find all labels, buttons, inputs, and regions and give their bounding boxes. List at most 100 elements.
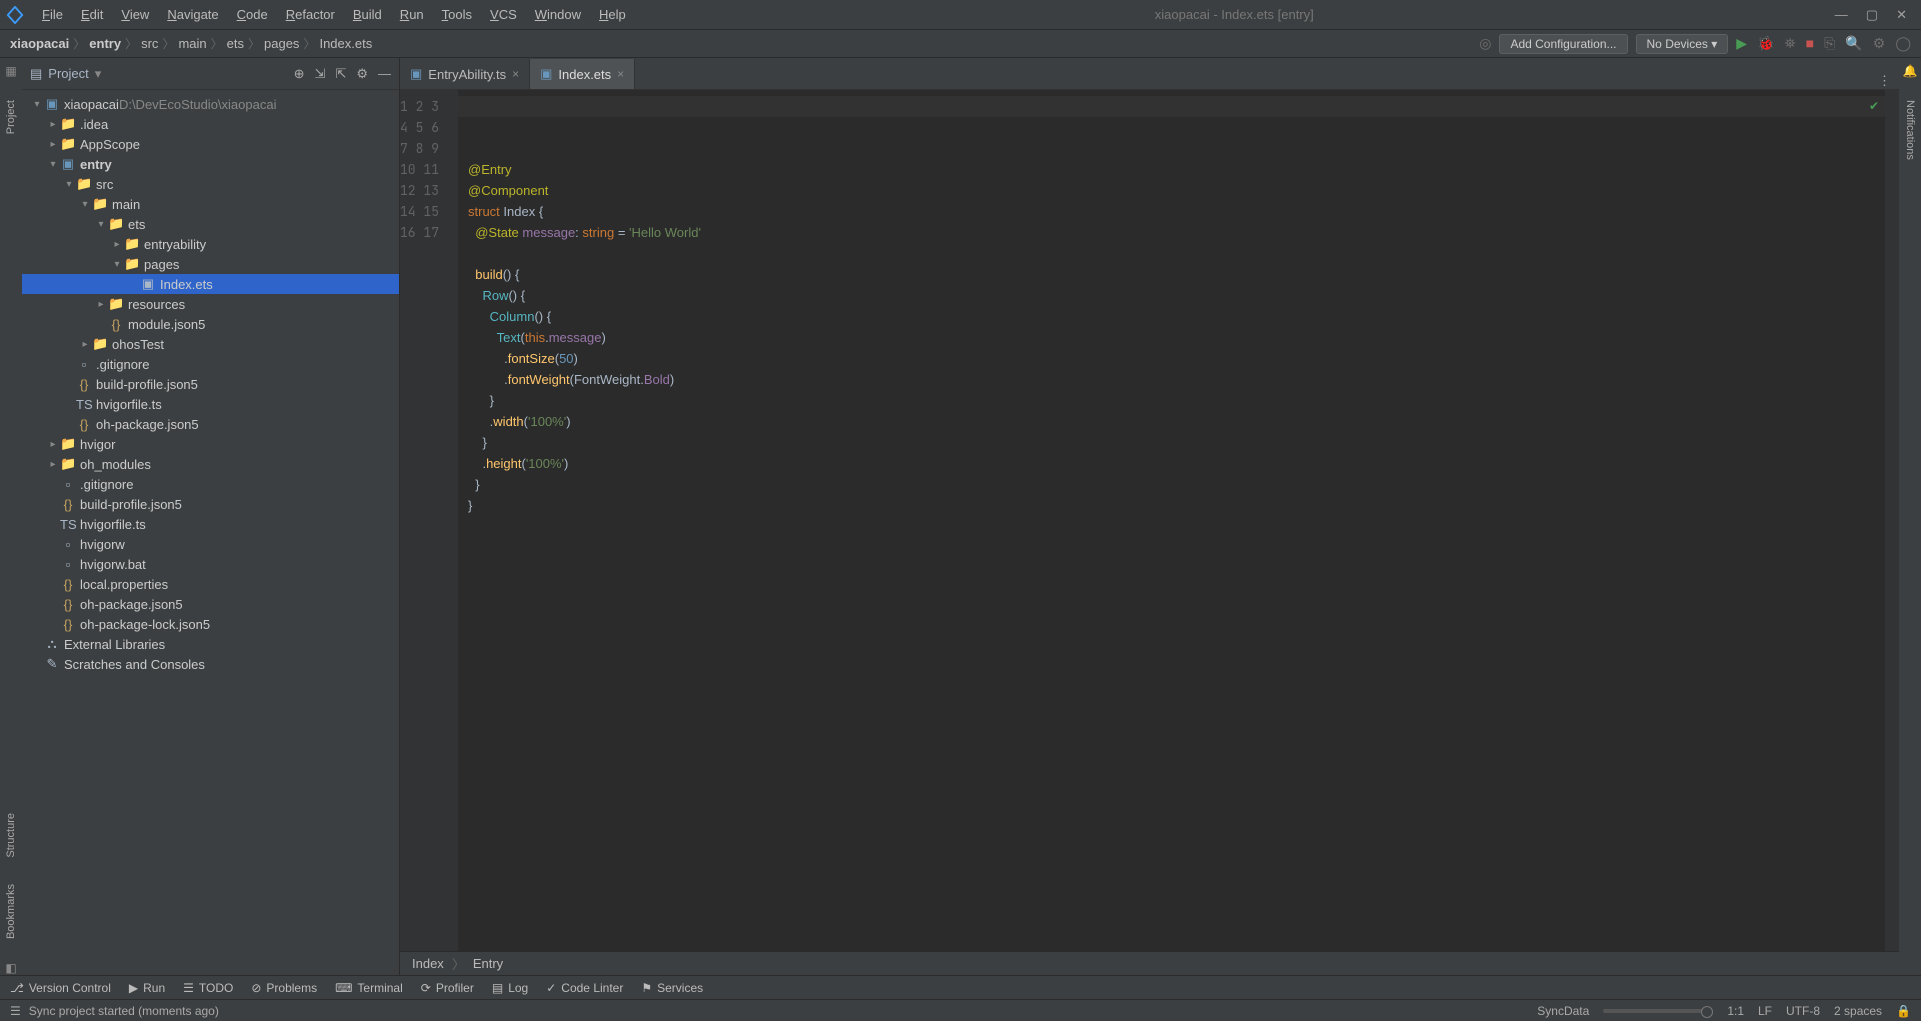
hide-panel-icon[interactable]: —: [378, 66, 391, 82]
tree-row[interactable]: ▾📁main: [22, 194, 399, 214]
breadcrumb-item[interactable]: pages: [264, 36, 299, 51]
tool-log[interactable]: ▤Log: [492, 981, 528, 995]
select-opened-icon[interactable]: ⊕: [294, 66, 305, 82]
tab-close-icon[interactable]: ×: [617, 67, 624, 81]
tree-row[interactable]: ▸📁hvigor: [22, 434, 399, 454]
menu-run[interactable]: Run: [392, 4, 432, 25]
menu-file[interactable]: File: [34, 4, 71, 25]
tree-row[interactable]: ⛬External Libraries: [22, 634, 399, 654]
tool-version-control[interactable]: ⎇Version Control: [10, 981, 111, 995]
tree-twisty-icon[interactable]: ▾: [78, 199, 92, 210]
notifications-icon[interactable]: 🔔: [1903, 64, 1918, 78]
breadcrumb-item[interactable]: entry: [89, 36, 121, 51]
tree-row[interactable]: ▾📁ets: [22, 214, 399, 234]
breadcrumb-item[interactable]: src: [141, 36, 158, 51]
attach-icon[interactable]: ⎘: [1824, 35, 1835, 52]
tree-row[interactable]: ▸📁oh_modules: [22, 454, 399, 474]
status-event-icon[interactable]: ☰: [10, 1004, 21, 1018]
tree-row[interactable]: {}build-profile.json5: [22, 494, 399, 514]
bookmarks-rail-label[interactable]: Bookmarks: [5, 880, 17, 943]
tree-twisty-icon[interactable]: ▾: [30, 99, 44, 110]
tree-row[interactable]: {}local.properties: [22, 574, 399, 594]
close-button[interactable]: ✕: [1896, 7, 1907, 23]
tree-row[interactable]: {}module.json5: [22, 314, 399, 334]
menu-window[interactable]: Window: [527, 4, 589, 25]
breadcrumb-item[interactable]: Index.ets: [319, 36, 372, 51]
tree-row[interactable]: {}oh-package-lock.json5: [22, 614, 399, 634]
tab-close-icon[interactable]: ×: [512, 67, 519, 81]
target-icon[interactable]: ◎: [1479, 35, 1491, 52]
file-encoding[interactable]: UTF-8: [1786, 1004, 1820, 1018]
breadcrumb-item[interactable]: main: [178, 36, 206, 51]
readonly-lock-icon[interactable]: 🔒: [1896, 1004, 1911, 1018]
tab-options-icon[interactable]: ⋮: [1870, 73, 1899, 89]
tree-twisty-icon[interactable]: ▸: [94, 299, 108, 310]
tree-row[interactable]: ▸📁ohosTest: [22, 334, 399, 354]
tree-row[interactable]: {}oh-package.json5: [22, 414, 399, 434]
editor-tab[interactable]: ▣EntryAbility.ts×: [400, 59, 530, 89]
search-icon[interactable]: 🔍: [1845, 35, 1862, 52]
sync-label[interactable]: SyncData: [1537, 1004, 1589, 1018]
editor-crumb-item[interactable]: Entry: [473, 956, 503, 971]
inspection-ok-icon[interactable]: ✔: [1869, 96, 1879, 117]
menu-help[interactable]: Help: [591, 4, 634, 25]
tool-terminal[interactable]: ⌨Terminal: [335, 981, 403, 995]
tree-row[interactable]: ▾▣xiaopacai D:\DevEcoStudio\xiaopacai: [22, 94, 399, 114]
tool-problems[interactable]: ⊘Problems: [251, 981, 317, 995]
line-separator[interactable]: LF: [1758, 1004, 1772, 1018]
editor-crumb-item[interactable]: Index: [412, 956, 444, 971]
menu-build[interactable]: Build: [345, 4, 390, 25]
tree-twisty-icon[interactable]: ▾: [94, 219, 108, 230]
tree-twisty-icon[interactable]: ▾: [46, 159, 60, 170]
tree-row[interactable]: ▫.gitignore: [22, 354, 399, 374]
breadcrumb-item[interactable]: xiaopacai: [10, 36, 69, 51]
tool-profiler[interactable]: ⟳Profiler: [421, 981, 474, 995]
code-editor[interactable]: 1 2 3 4 5 6 7 8 9 10 11 12 13 14 15 16 1…: [400, 90, 1899, 951]
caret-position[interactable]: 1:1: [1727, 1004, 1744, 1018]
tree-twisty-icon[interactable]: ▾: [110, 259, 124, 270]
add-configuration-button[interactable]: Add Configuration...: [1499, 34, 1627, 54]
tool-todo[interactable]: ☰TODO: [183, 981, 233, 995]
menu-tools[interactable]: Tools: [434, 4, 480, 25]
breadcrumb-item[interactable]: ets: [227, 36, 244, 51]
collapse-all-icon[interactable]: ⇱: [335, 66, 346, 82]
settings-icon[interactable]: ⚙: [1873, 35, 1886, 52]
tool-run[interactable]: ▶Run: [129, 981, 165, 995]
menu-refactor[interactable]: Refactor: [278, 4, 343, 25]
tree-row[interactable]: TShvigorfile.ts: [22, 514, 399, 534]
tree-row[interactable]: {}oh-package.json5: [22, 594, 399, 614]
editor-tab[interactable]: ▣Index.ets×: [530, 59, 635, 89]
minimize-button[interactable]: —: [1835, 7, 1848, 23]
project-rail-label[interactable]: Project: [5, 96, 17, 138]
tree-row[interactable]: ▫.gitignore: [22, 474, 399, 494]
tree-row[interactable]: ▸📁resources: [22, 294, 399, 314]
tree-row[interactable]: ▫hvigorw: [22, 534, 399, 554]
tree-twisty-icon[interactable]: ▸: [110, 239, 124, 250]
tool-services[interactable]: ⚑Services: [641, 981, 703, 995]
tree-twisty-icon[interactable]: ▸: [46, 439, 60, 450]
tree-row[interactable]: ▸📁entryability: [22, 234, 399, 254]
tree-twisty-icon[interactable]: ▸: [46, 139, 60, 150]
stop-icon[interactable]: ■: [1806, 35, 1814, 52]
tree-twisty-icon[interactable]: ▸: [46, 459, 60, 470]
expand-all-icon[interactable]: ⇲: [315, 66, 326, 82]
structure-rail-label[interactable]: Structure: [5, 809, 17, 862]
account-icon[interactable]: ◯: [1895, 35, 1911, 52]
debug-icon[interactable]: 🐞: [1757, 35, 1774, 52]
coverage-icon[interactable]: ⛯: [1784, 35, 1795, 52]
menu-navigate[interactable]: Navigate: [159, 4, 226, 25]
tree-row[interactable]: ✎Scratches and Consoles: [22, 654, 399, 674]
tree-row[interactable]: ▾📁src: [22, 174, 399, 194]
tree-row[interactable]: ▫hvigorw.bat: [22, 554, 399, 574]
notifications-rail-label[interactable]: Notifications: [1904, 96, 1916, 164]
fold-gutter[interactable]: [448, 90, 458, 951]
tree-row[interactable]: ▸📁AppScope: [22, 134, 399, 154]
panel-settings-icon[interactable]: ⚙: [356, 66, 368, 82]
tree-row[interactable]: {}build-profile.json5: [22, 374, 399, 394]
menu-code[interactable]: Code: [229, 4, 276, 25]
project-panel-title[interactable]: ▤ Project ▾: [30, 66, 294, 82]
menu-view[interactable]: View: [113, 4, 157, 25]
tree-row[interactable]: ▾▣entry: [22, 154, 399, 174]
indent-setting[interactable]: 2 spaces: [1834, 1004, 1882, 1018]
device-selector[interactable]: No Devices ▾: [1636, 34, 1729, 54]
